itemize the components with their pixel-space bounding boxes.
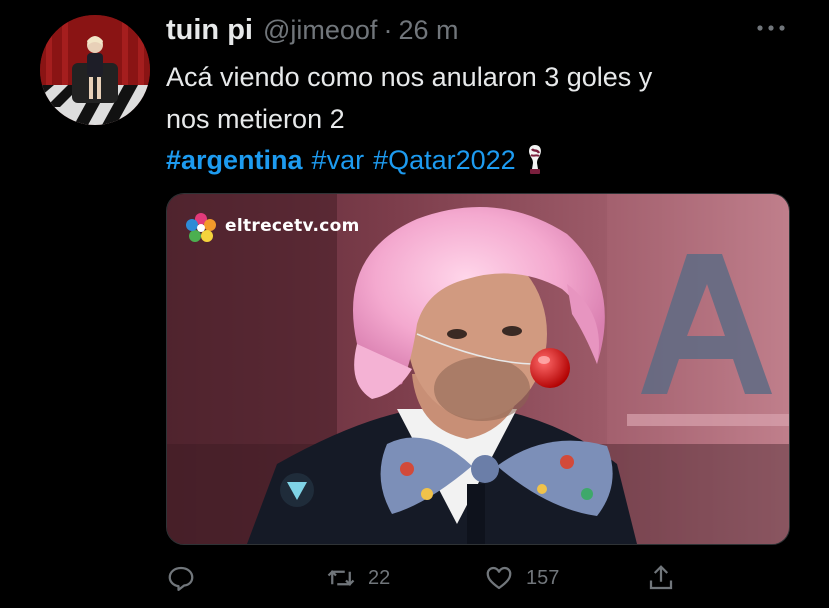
reply-button[interactable] <box>166 560 208 596</box>
header-separator: · <box>383 15 393 45</box>
hashtag-link[interactable]: #Qatar2022 <box>373 140 516 180</box>
photo-image <box>167 194 789 544</box>
tweet-media-image[interactable]: eltrecetv.com <box>166 193 790 545</box>
like-count: 157 <box>526 566 560 589</box>
tweet-text: Acá viendo como nos anularon 3 goles y n… <box>166 56 786 140</box>
more-horizontal-icon <box>757 25 785 31</box>
retweet-count: 22 <box>368 566 391 589</box>
share-button[interactable] <box>646 560 676 596</box>
display-name[interactable]: tuin pi <box>166 14 253 47</box>
tweet-header: tuin pi @jimeoof · 26 m <box>166 14 458 50</box>
tweet-text-line: Acá viendo como nos anularon 3 goles y <box>166 62 653 92</box>
hashtag-link[interactable]: #argentina <box>166 140 303 180</box>
media-watermark: eltrecetv.com <box>225 216 360 236</box>
tweet-text-line: nos metieron 2 <box>166 104 345 134</box>
world-cup-trophy-icon <box>528 145 541 174</box>
avatar[interactable] <box>40 15 150 125</box>
tweet[interactable]: tuin pi @jimeoof · 26 m Acá viendo como … <box>0 0 829 608</box>
share-icon <box>649 565 673 590</box>
hashtag-row: #argentina #var #Qatar2022 <box>166 140 546 180</box>
avatar-image <box>40 15 150 125</box>
user-handle[interactable]: @jimeoof <box>263 15 377 46</box>
like-button[interactable]: 157 <box>484 560 559 596</box>
tweet-action-bar: 22 157 <box>166 560 686 596</box>
timestamp[interactable]: 26 m <box>398 15 458 46</box>
retweet-icon <box>327 570 355 586</box>
more-options-button[interactable] <box>755 18 787 38</box>
heart-icon <box>486 566 512 590</box>
retweet-button[interactable]: 22 <box>326 560 390 596</box>
hashtag-link[interactable]: #var <box>312 140 365 180</box>
reply-icon <box>168 566 194 591</box>
